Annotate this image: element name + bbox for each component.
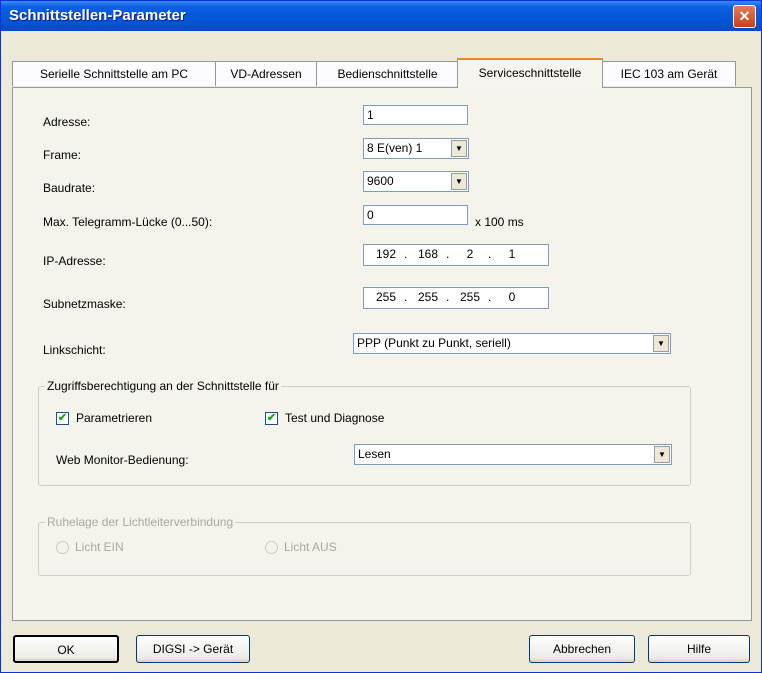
- access-permissions-legend: Zugriffsberechtigung an der Schnittstell…: [45, 379, 281, 393]
- address-input[interactable]: 1: [363, 105, 468, 125]
- dialog-window: Schnittstellen-Parameter ✕ Serielle Schn…: [0, 0, 762, 673]
- tab-vd-addresses[interactable]: VD-Adressen: [215, 61, 317, 86]
- close-button[interactable]: ✕: [733, 5, 756, 28]
- subnet-dot: .: [404, 290, 408, 304]
- licht-aus-radio: [265, 541, 278, 554]
- digsi-to-device-button[interactable]: DIGSI -> Gerät: [136, 635, 250, 663]
- parametrieren-checkbox[interactable]: ✔: [56, 412, 69, 425]
- ip-octet-3[interactable]: 2: [454, 247, 486, 261]
- licht-ein-radio: [56, 541, 69, 554]
- subnet-dot: .: [488, 290, 492, 304]
- subnet-dot: .: [446, 290, 450, 304]
- web-monitor-value: Lesen: [358, 447, 391, 461]
- ip-octet-4[interactable]: 1: [496, 247, 528, 261]
- frame-value: 8 E(ven) 1: [367, 141, 423, 155]
- subnet-mask-input[interactable]: 255 . 255 . 255 . 0: [363, 287, 549, 309]
- ip-octet-1[interactable]: 192: [370, 247, 402, 261]
- chevron-down-icon[interactable]: ▼: [653, 335, 669, 352]
- close-icon: ✕: [738, 8, 751, 24]
- tab-iec103[interactable]: IEC 103 am Gerät: [602, 61, 736, 86]
- test-diagnose-label[interactable]: Test und Diagnose: [285, 411, 384, 425]
- tab-operator-interface[interactable]: Bedienschnittstelle: [316, 61, 459, 86]
- link-layer-value: PPP (Punkt zu Punkt, seriell): [357, 336, 511, 350]
- frame-label: Frame:: [43, 148, 82, 162]
- web-monitor-select[interactable]: Lesen ▼: [354, 444, 672, 465]
- fiber-idle-state-legend: Ruhelage der Lichtleiterverbindung: [45, 515, 236, 529]
- chevron-down-icon[interactable]: ▼: [451, 140, 467, 157]
- telegram-gap-input[interactable]: 0: [363, 205, 468, 225]
- chevron-down-icon[interactable]: ▼: [451, 173, 467, 190]
- service-interface-panel: Adresse: 1 Frame: 8 E(ven) 1 ▼ Baudrate:…: [12, 87, 752, 621]
- baudrate-select[interactable]: 9600 ▼: [363, 171, 469, 192]
- help-button[interactable]: Hilfe: [648, 635, 750, 663]
- subnet-octet-1[interactable]: 255: [370, 290, 402, 304]
- licht-aus-label: Licht AUS: [284, 540, 337, 554]
- tab-service-interface[interactable]: Serviceschnittstelle: [457, 58, 603, 88]
- frame-select[interactable]: 8 E(ven) 1 ▼: [363, 138, 469, 159]
- subnet-octet-4[interactable]: 0: [496, 290, 528, 304]
- ip-dot: .: [404, 247, 408, 261]
- ip-dot: .: [446, 247, 450, 261]
- address-label: Adresse:: [43, 115, 91, 129]
- access-permissions-group: Zugriffsberechtigung an der Schnittstell…: [38, 379, 691, 486]
- ok-button[interactable]: OK: [13, 635, 119, 663]
- parametrieren-label[interactable]: Parametrieren: [76, 411, 152, 425]
- window-title: Schnittstellen-Parameter: [9, 7, 186, 24]
- subnet-mask-label: Subnetzmaske:: [43, 297, 126, 311]
- chevron-down-icon[interactable]: ▼: [654, 446, 670, 463]
- title-bar[interactable]: Schnittstellen-Parameter ✕: [1, 1, 761, 31]
- link-layer-select[interactable]: PPP (Punkt zu Punkt, seriell) ▼: [353, 333, 671, 354]
- tab-serial-pc[interactable]: Serielle Schnittstelle am PC: [12, 61, 216, 86]
- ip-address-label: IP-Adresse:: [43, 254, 106, 268]
- cancel-button[interactable]: Abbrechen: [529, 635, 635, 663]
- licht-ein-label: Licht EIN: [75, 540, 124, 554]
- telegram-gap-label: Max. Telegramm-Lücke (0...50):: [43, 215, 213, 229]
- link-layer-label: Linkschicht:: [43, 343, 106, 357]
- baudrate-value: 9600: [367, 174, 394, 188]
- ip-octet-2[interactable]: 168: [412, 247, 444, 261]
- ip-address-input[interactable]: 192 . 168 . 2 . 1: [363, 244, 549, 266]
- fiber-idle-state-group: Ruhelage der Lichtleiterverbindung Licht…: [38, 515, 691, 576]
- telegram-gap-unit: x 100 ms: [475, 215, 524, 229]
- subnet-octet-2[interactable]: 255: [412, 290, 444, 304]
- web-monitor-label: Web Monitor-Bedienung:: [56, 453, 189, 467]
- baudrate-label: Baudrate:: [43, 181, 96, 195]
- subnet-octet-3[interactable]: 255: [454, 290, 486, 304]
- test-diagnose-checkbox[interactable]: ✔: [265, 412, 278, 425]
- ip-dot: .: [488, 247, 492, 261]
